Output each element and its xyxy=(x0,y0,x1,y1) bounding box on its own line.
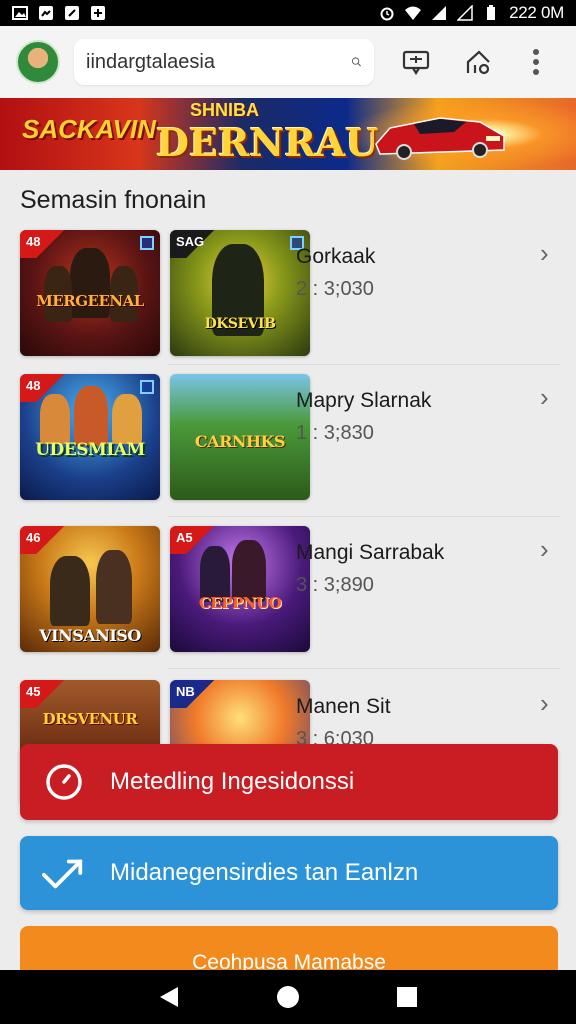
home-icon xyxy=(276,986,299,1008)
list-item[interactable]: 48 MERGEENAL SAG DKSEVIB Gorkaak 2 : 3;0… xyxy=(0,228,576,380)
recents-button[interactable] xyxy=(393,983,421,1011)
search-icon[interactable] xyxy=(351,50,362,74)
edit-icon xyxy=(65,6,79,20)
wifi-icon xyxy=(405,6,422,20)
age-badge: 48 xyxy=(20,230,66,258)
game-thumbnail[interactable]: SAG DKSEVIB xyxy=(170,230,310,356)
chevron-right-icon[interactable]: › xyxy=(540,690,549,716)
clock: 222 0M xyxy=(509,3,564,22)
chevron-right-icon[interactable]: › xyxy=(540,536,549,562)
item-name: Gorkaak xyxy=(296,245,376,268)
age-badge: SAG xyxy=(170,230,216,258)
home-button[interactable] xyxy=(274,983,302,1011)
app-bar xyxy=(0,26,576,98)
more-vert-icon xyxy=(533,49,539,75)
character-figure xyxy=(50,556,90,626)
chevron-right-icon[interactable]: › xyxy=(540,384,549,410)
age-badge: 45 xyxy=(20,680,66,708)
gallery-icon xyxy=(39,6,53,20)
add-icon xyxy=(91,6,105,20)
image-icon xyxy=(12,6,28,20)
item-name: Mangi Sarrabak xyxy=(296,541,445,564)
trending-icon xyxy=(42,851,86,895)
back-button[interactable] xyxy=(155,983,183,1011)
list-item[interactable]: 48 UDESMIAM CARNHKS Mapry Slarnak 1 : 3;… xyxy=(0,372,576,524)
alarm-icon xyxy=(380,7,394,21)
thumbnail-title: DRSVENUR xyxy=(42,710,138,728)
share-button[interactable] xyxy=(458,42,498,82)
thumbnail-title: VINSANISO xyxy=(39,626,141,645)
cast-button[interactable] xyxy=(396,42,436,82)
game-thumbnail[interactable]: 46 VINSANISO xyxy=(20,526,160,652)
list-item[interactable]: 46 VINSANISO A5 CEPPNUO Mangi Sarrabak 3… xyxy=(0,524,576,676)
age-badge: 46 xyxy=(20,526,66,554)
game-thumbnail[interactable]: 48 UDESMIAM xyxy=(20,374,160,500)
section-title: Semasin fnonain xyxy=(20,186,207,214)
battery-icon xyxy=(487,5,496,20)
system-nav-bar xyxy=(0,970,576,1024)
age-badge: NB xyxy=(170,680,216,708)
system-icons: 222 0M xyxy=(379,3,564,23)
thumbnail-title: MERGEENAL xyxy=(36,292,144,310)
search-input[interactable] xyxy=(86,50,351,74)
overflow-menu-button[interactable] xyxy=(516,42,556,82)
secondary-action-button[interactable]: Midanegensirdies tan Eanlzn xyxy=(20,836,558,910)
character-figure xyxy=(96,550,132,624)
game-thumbnail[interactable]: 48 MERGEENAL xyxy=(20,230,160,356)
item-meta: 1 : 3;830 xyxy=(296,422,374,444)
status-bar: 222 0M xyxy=(0,0,576,26)
thumbnail-title: DKSEVIB xyxy=(204,316,276,332)
character-figure xyxy=(74,386,108,446)
recents-icon xyxy=(396,987,417,1007)
primary-action-button[interactable]: Metedling Ingesidonssi xyxy=(20,744,558,820)
search-box[interactable] xyxy=(74,39,374,85)
divider xyxy=(168,668,560,669)
notification-icons xyxy=(12,5,106,21)
message-icon xyxy=(402,50,430,76)
character-figure xyxy=(40,394,70,444)
item-meta: 3 : 3;890 xyxy=(296,574,374,596)
car-illustration xyxy=(375,117,505,160)
banner-subtitle: SHNIBA xyxy=(190,100,260,120)
banner-left-text: SACKAVIN xyxy=(22,114,156,144)
item-meta: 2 : 3;030 xyxy=(296,278,374,300)
avatar[interactable] xyxy=(16,40,60,84)
item-name: Mapry Slarnak xyxy=(296,389,432,412)
secondary-action-label: Midanegensirdies tan Eanlzn xyxy=(110,859,419,886)
promo-banner[interactable]: SACKAVIN SHNIBA DERNRAU xyxy=(0,98,576,170)
character-figure xyxy=(232,540,266,602)
primary-action-label: Metedling Ingesidonssi xyxy=(110,768,355,795)
thumbnail-title: CARNHKS xyxy=(194,432,286,451)
character-figure xyxy=(112,394,142,444)
thumbnail-title: UDESMIAM xyxy=(35,440,145,460)
signal-2-icon xyxy=(457,5,473,21)
back-icon xyxy=(160,987,179,1007)
corner-icon xyxy=(140,236,154,250)
share-icon xyxy=(466,50,490,75)
thumbnail-title: CEPPNUO xyxy=(198,594,282,612)
item-name: Manen Sit xyxy=(296,695,391,718)
divider xyxy=(168,516,560,517)
clock-icon xyxy=(42,760,86,804)
signal-icon xyxy=(432,6,447,20)
game-thumbnail[interactable]: CARNHKS xyxy=(170,374,310,500)
game-thumbnail[interactable]: A5 CEPPNUO xyxy=(170,526,310,652)
divider xyxy=(168,364,560,365)
corner-icon xyxy=(140,380,154,394)
chevron-right-icon[interactable]: › xyxy=(540,240,549,266)
